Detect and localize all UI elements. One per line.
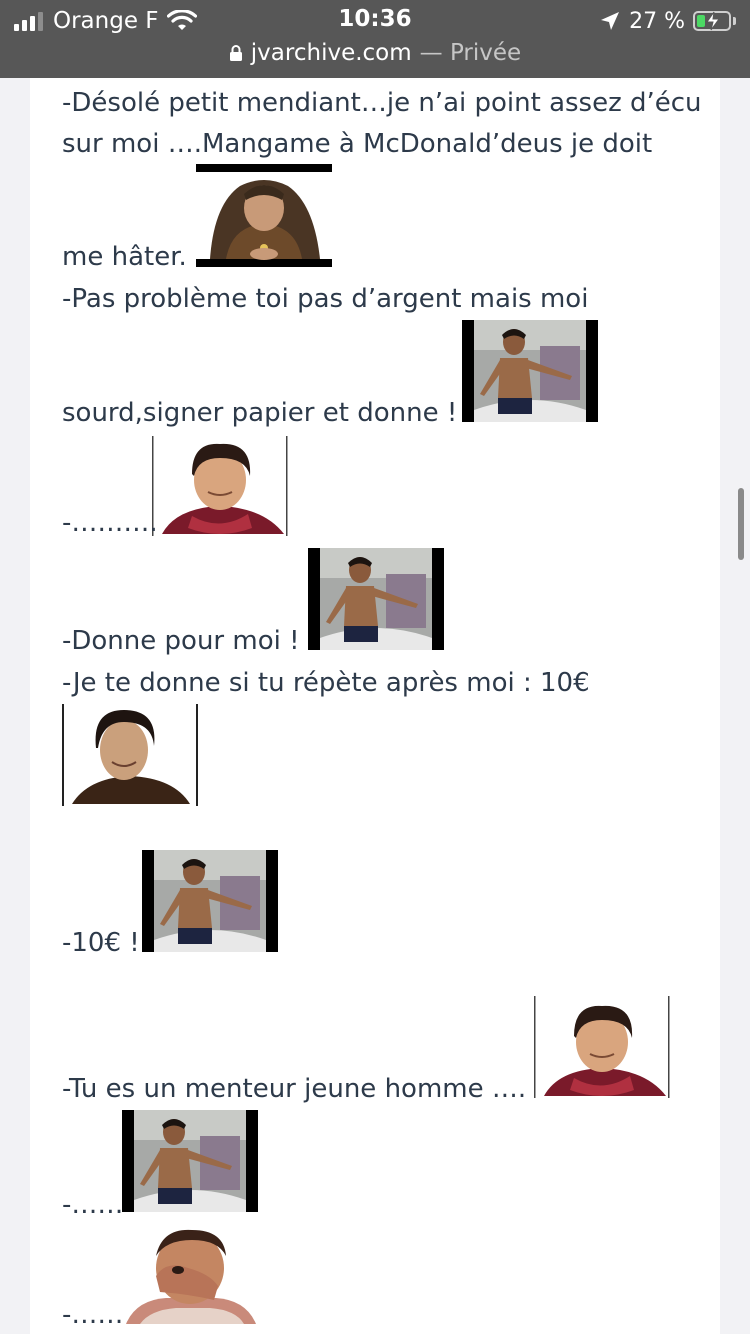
post-line: -…… (62, 1190, 124, 1220)
post-line: -10€ ! (62, 928, 140, 958)
post-line: me hâter. (62, 242, 187, 272)
sticker-boy-shirtless[interactable] (142, 850, 278, 952)
location-arrow-icon (601, 12, 620, 30)
post-line: -Tu es un menteur jeune homme …. (62, 1074, 527, 1104)
post-line: -Donne pour moi ! (62, 626, 300, 656)
battery-nub (733, 17, 736, 25)
url-bar[interactable]: jvarchive.com — Privée (0, 40, 750, 66)
lock-icon (229, 45, 242, 61)
post-line: -…… (62, 1300, 124, 1330)
sticker-old-man-hood[interactable] (196, 164, 332, 267)
status-bar: Orange F 10:36 27 % jvarchive.com — Priv… (0, 0, 750, 78)
private-label: — Privée (419, 40, 522, 66)
sticker-man-brown-jacket[interactable] (62, 704, 198, 806)
status-right: 27 % (599, 6, 736, 36)
bolt-icon (706, 11, 720, 31)
sticker-boy-shirtless[interactable] (308, 548, 444, 650)
post-line: -Désolé petit mendiant…je n’ai point ass… (62, 88, 702, 118)
url-domain: jvarchive.com (250, 40, 412, 66)
sticker-man-red-scarf[interactable] (534, 996, 670, 1098)
post-line: -………. (62, 508, 158, 538)
post-line: sur moi ….Mangame à McDonald’deus je doi… (62, 129, 653, 159)
post-line: sourd,signer papier et donne ! (62, 398, 458, 428)
battery-percent: 27 % (629, 8, 685, 34)
sticker-boy-shirtless[interactable] (462, 320, 598, 422)
post-card: -Désolé petit mendiant…je n’ai point ass… (30, 78, 720, 1334)
sticker-man-facepalm[interactable] (126, 1226, 256, 1324)
post-line: -Je te donne si tu répète après moi : 10… (62, 668, 590, 698)
post-line: -Pas problème toi pas d’argent mais moi (62, 284, 589, 314)
sticker-boy-shirtless[interactable] (122, 1110, 258, 1212)
battery-charging-icon (693, 11, 731, 31)
sticker-man-red-scarf[interactable] (152, 436, 288, 536)
page-scrollbar[interactable] (738, 488, 744, 560)
